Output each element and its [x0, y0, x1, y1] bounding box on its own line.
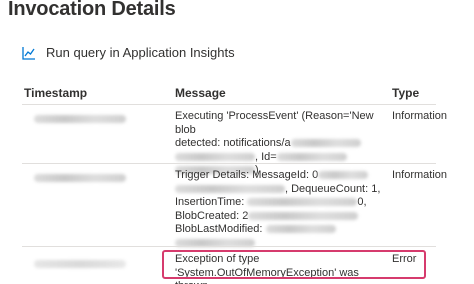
type-cell: Information: [392, 110, 448, 122]
redacted-timestamp: [34, 174, 126, 183]
timestamp-cell: [34, 113, 126, 127]
row-divider: [22, 246, 436, 247]
redacted-timestamp: [34, 260, 126, 269]
page-title: Invocation Details: [8, 0, 176, 20]
error-highlight-box: [162, 250, 426, 279]
message-cell: Executing 'ProcessEvent' (Reason='New bl…: [175, 110, 374, 176]
run-query-label: Run query in Application Insights: [46, 45, 235, 60]
timestamp-cell: [34, 172, 126, 186]
column-header-timestamp: Timestamp: [24, 86, 88, 100]
line-chart-icon: [22, 46, 35, 60]
header-divider: [22, 104, 436, 105]
row-divider: [22, 163, 436, 164]
invocation-details-panel: Invocation Details Run query in Applicat…: [0, 0, 474, 284]
timestamp-cell: [34, 258, 126, 272]
run-query-button[interactable]: Run query in Application Insights: [22, 45, 235, 60]
type-cell: Information: [392, 169, 448, 181]
redacted-timestamp: [34, 115, 126, 124]
column-header-message: Message: [175, 86, 226, 100]
message-cell: Trigger Details: MessageId: 0 , DequeueC…: [175, 169, 387, 250]
column-header-type: Type: [392, 86, 420, 100]
